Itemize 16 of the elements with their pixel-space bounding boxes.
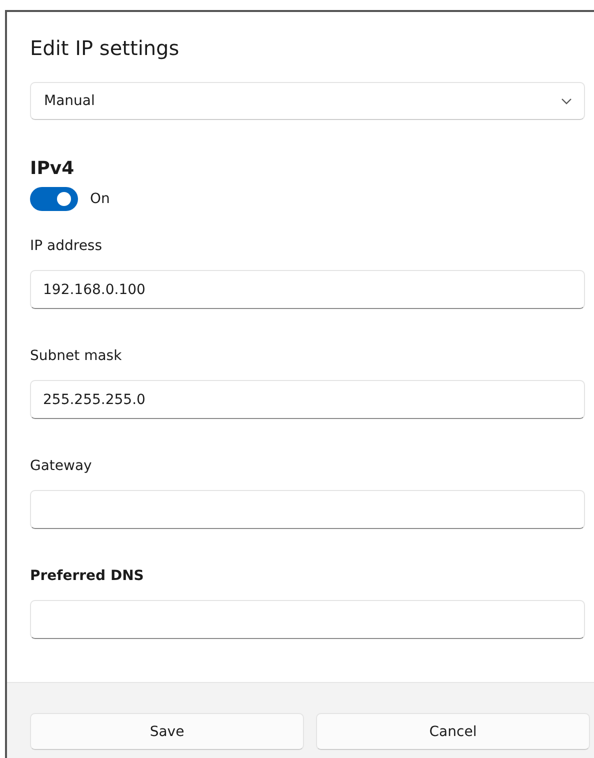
dialog-title: Edit IP settings [30, 35, 180, 62]
input-field[interactable] [30, 600, 585, 639]
input-field[interactable]: 255.255.255.0 [30, 380, 585, 419]
cancel-button[interactable]: Cancel [316, 713, 590, 750]
field-label: Subnet mask [30, 348, 123, 366]
section-heading: IPv4 [30, 158, 76, 179]
mode-dropdown[interactable]: Manual [30, 82, 585, 120]
toggle-switch[interactable] [30, 187, 78, 211]
input-field[interactable]: 192.168.0.100 [30, 270, 585, 309]
field-label: Preferred DNS [30, 568, 145, 586]
save-button[interactable]: Save [30, 713, 304, 750]
chevron-down-icon [561, 98, 572, 104]
toggle-label: On [90, 191, 110, 207]
input-field[interactable] [30, 490, 585, 529]
field-label: IP address [30, 238, 104, 256]
field-label: Gateway [30, 458, 93, 476]
